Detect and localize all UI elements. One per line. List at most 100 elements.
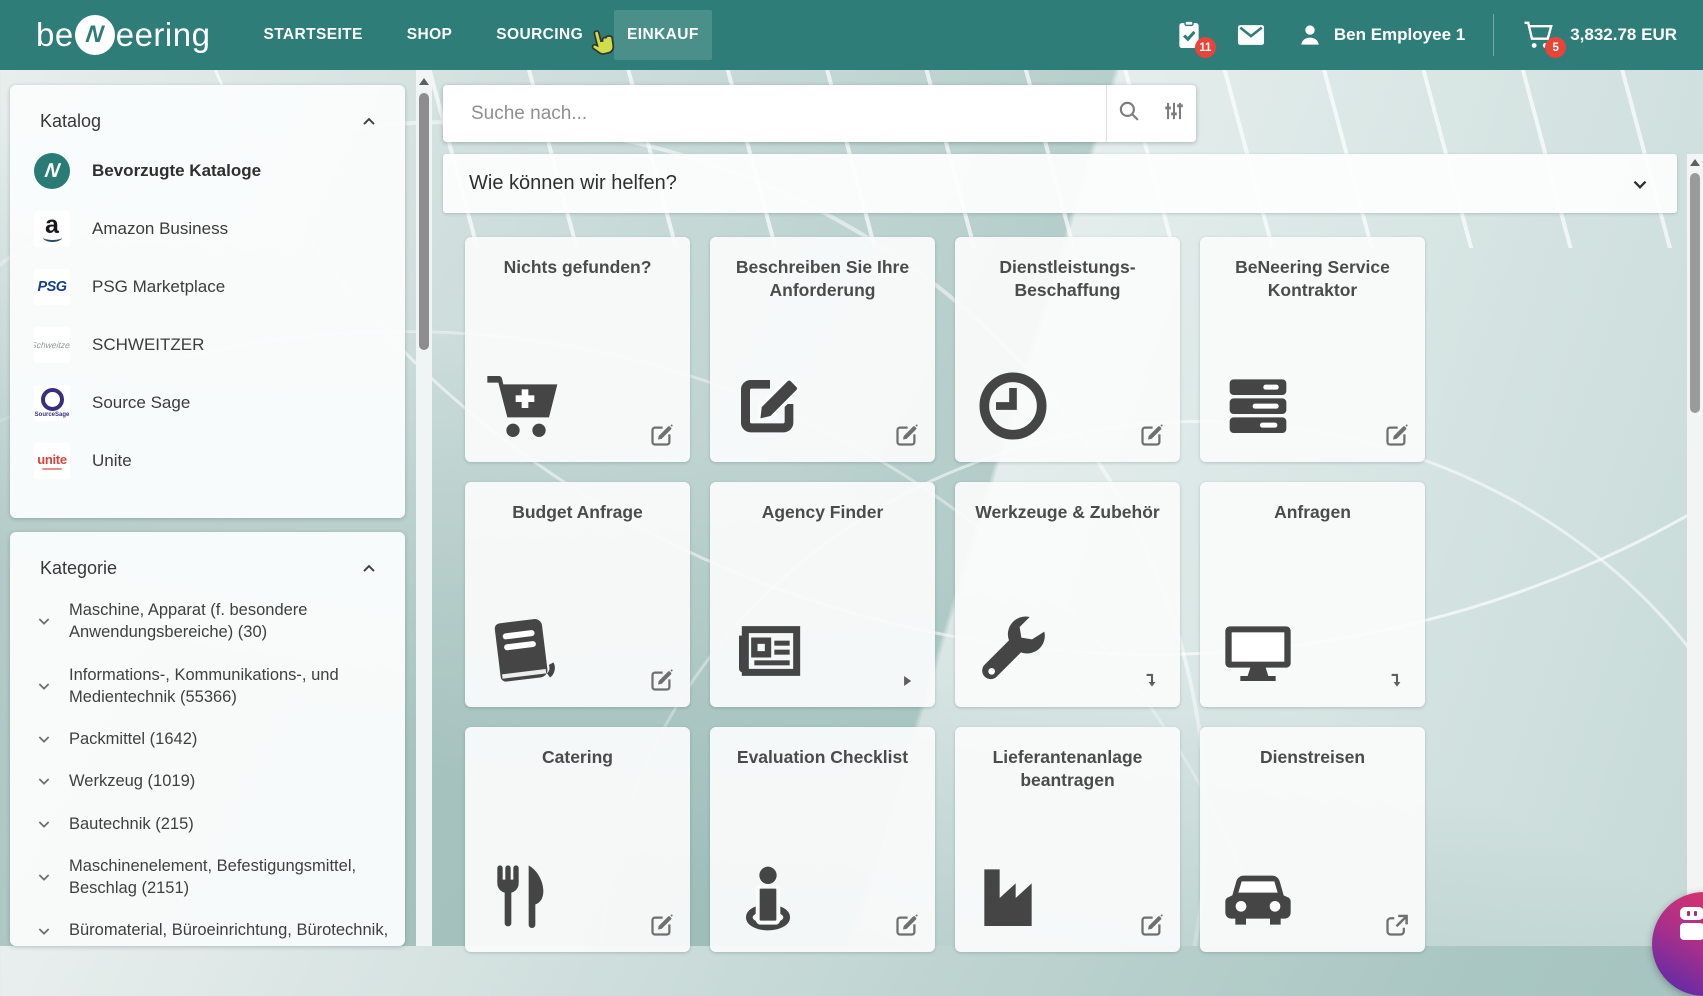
category-item[interactable]: Maschinenelement, Befestigungsmittel, Be… — [10, 845, 405, 910]
filter-sliders-icon — [1161, 98, 1187, 129]
app-logo[interactable]: be N eering — [36, 15, 210, 55]
newspaper-icon — [728, 611, 808, 691]
scroll-up-arrow-icon[interactable] — [419, 78, 429, 85]
tile[interactable]: Budget Anfrage — [465, 482, 690, 707]
tile-title: Catering — [465, 727, 690, 769]
kategorie-header[interactable]: Kategorie — [10, 532, 405, 589]
schweitzer-logo-icon: Schweitzer — [34, 327, 70, 363]
tile[interactable]: BeNeering Service Kontraktor — [1200, 237, 1425, 462]
nav-divider — [1493, 14, 1494, 56]
person-icon — [1296, 21, 1324, 49]
sidebar-scrollbar-thumb[interactable] — [419, 93, 429, 350]
category-item[interactable]: Bautechnik (215) — [10, 803, 405, 845]
tile[interactable]: Nichts gefunden? — [465, 237, 690, 462]
catalog-item[interactable]: aAmazon Business — [10, 200, 405, 258]
caret-right-icon[interactable] — [897, 671, 917, 691]
logo-text-post: eering — [116, 16, 211, 54]
logo-text-pre: be — [36, 16, 74, 54]
tile-title: Lieferantenanlage beantragen — [955, 727, 1180, 792]
clock-icon — [973, 366, 1053, 446]
category-item-label: Büromaterial, Büroeinrichtung, Bürotechn… — [69, 919, 388, 941]
menu-item-einkauf[interactable]: EINKAUF — [614, 10, 712, 60]
tile-title: Dienstreisen — [1200, 727, 1425, 769]
catalog-item-label: SCHWEITZER — [92, 335, 204, 355]
edit-icon[interactable] — [1138, 912, 1165, 939]
main-scrollbar-thumb[interactable] — [1690, 173, 1700, 413]
messages-button[interactable] — [1234, 18, 1268, 52]
edit-icon[interactable] — [648, 422, 675, 449]
tile-title: Werkzeuge & Zubehör — [955, 482, 1180, 524]
menu-item-shop[interactable]: SHOP — [394, 10, 466, 60]
menu-item-sourcing[interactable]: SOURCING — [483, 10, 596, 60]
chevron-down-icon — [36, 923, 52, 939]
scroll-up-arrow-icon[interactable] — [1690, 159, 1700, 166]
cart-total: 3,832.78 EUR — [1570, 25, 1677, 45]
book-icon — [483, 611, 563, 691]
search-button[interactable] — [1107, 85, 1152, 142]
tile[interactable]: Evaluation Checklist — [710, 727, 935, 952]
chevron-up-icon — [359, 559, 379, 579]
beneering-logo-icon: N — [34, 153, 70, 189]
catalog-item[interactable]: Schweitzer SCHWEITZER — [10, 316, 405, 374]
category-item[interactable]: Packmittel (1642) — [10, 718, 405, 760]
category-item[interactable]: Maschine, Apparat (f. besondere Anwendun… — [10, 589, 405, 654]
tile[interactable]: Werkzeuge & Zubehör — [955, 482, 1180, 707]
katalog-panel: Katalog NBevorzugte KatalogeaAmazon Busi… — [10, 85, 405, 518]
robot-icon — [1679, 907, 1703, 940]
cart-button[interactable]: 5 3,832.78 EUR — [1522, 18, 1677, 52]
catalog-item-label: Unite — [92, 451, 132, 471]
chevron-down-icon — [1629, 173, 1651, 195]
tile[interactable]: Beschreiben Sie Ihre Anforderung — [710, 237, 935, 462]
catalog-item[interactable]: NBevorzugte Kataloge — [10, 142, 405, 200]
kategorie-panel: Kategorie Maschine, Apparat (f. besonder… — [10, 532, 405, 946]
logo-circle-n-icon: N — [75, 15, 115, 55]
edit-icon[interactable] — [893, 422, 920, 449]
catalog-item-label: PSG Marketplace — [92, 277, 225, 297]
katalog-header[interactable]: Katalog — [10, 85, 405, 142]
user-menu[interactable]: Ben Employee 1 — [1296, 21, 1465, 49]
filter-button[interactable] — [1151, 85, 1196, 142]
catalog-item[interactable]: SourceSageSource Sage — [10, 374, 405, 432]
catalog-item[interactable]: uniteUnite — [10, 432, 405, 490]
edit-icon[interactable] — [648, 667, 675, 694]
arrow-turn-down-icon[interactable] — [1142, 671, 1162, 691]
menu-item-startseite[interactable]: STARTSEITE — [250, 10, 375, 60]
person-pin-icon — [728, 856, 808, 936]
open-in-new-icon[interactable] — [1383, 912, 1410, 939]
chevron-down-icon — [36, 731, 52, 747]
search-icon — [1116, 98, 1142, 129]
navbar-right: 11 Ben Employee 1 5 3,832.78 EUR — [1172, 14, 1677, 56]
category-item[interactable]: Informations-, Kommunikations-, und Medi… — [10, 654, 405, 719]
category-item-label: Werkzeug (1019) — [69, 770, 195, 792]
category-item[interactable]: Büromaterial, Büroeinrichtung, Bürotechn… — [10, 909, 405, 946]
main-scrollbar[interactable] — [1687, 154, 1703, 946]
search-input[interactable] — [443, 102, 1073, 126]
sidebar-scrollbar[interactable] — [416, 70, 432, 946]
chevron-down-icon — [36, 816, 52, 832]
help-panel-header[interactable]: Wie können wir helfen? — [443, 154, 1677, 213]
tile[interactable]: Anfragen — [1200, 482, 1425, 707]
edit-icon[interactable] — [648, 912, 675, 939]
tile[interactable]: Dienstleistungs-Beschaffung — [955, 237, 1180, 462]
tile[interactable]: Lieferantenanlage beantragen — [955, 727, 1180, 952]
edit-icon[interactable] — [893, 912, 920, 939]
category-item-label: Maschinenelement, Befestigungsmittel, Be… — [69, 855, 391, 900]
category-item-label: Bautechnik (215) — [69, 813, 194, 835]
wrench-icon — [973, 611, 1053, 691]
top-navbar: be N eering STARTSEITE SHOP SOURCING EINKAU… — [0, 0, 1703, 70]
psg-logo-icon: PSG — [34, 269, 70, 305]
edit-icon[interactable] — [1383, 422, 1410, 449]
catalog-item-label: Source Sage — [92, 393, 190, 413]
category-item[interactable]: Werkzeug (1019) — [10, 760, 405, 802]
edit-icon[interactable] — [1138, 422, 1165, 449]
tasks-button[interactable]: 11 — [1172, 18, 1206, 52]
chat-assistant-button[interactable] — [1652, 892, 1703, 996]
help-panel-title: Wie können wir helfen? — [443, 172, 677, 195]
tile[interactable]: Agency Finder — [710, 482, 935, 707]
tile[interactable]: Dienstreisen — [1200, 727, 1425, 952]
tile[interactable]: Catering — [465, 727, 690, 952]
katalog-list: NBevorzugte KatalogeaAmazon BusinessPSGP… — [10, 142, 405, 490]
category-item-label: Maschine, Apparat (f. besondere Anwendun… — [69, 599, 391, 644]
catalog-item[interactable]: PSG PSG Marketplace — [10, 258, 405, 316]
arrow-turn-down-icon[interactable] — [1387, 671, 1407, 691]
